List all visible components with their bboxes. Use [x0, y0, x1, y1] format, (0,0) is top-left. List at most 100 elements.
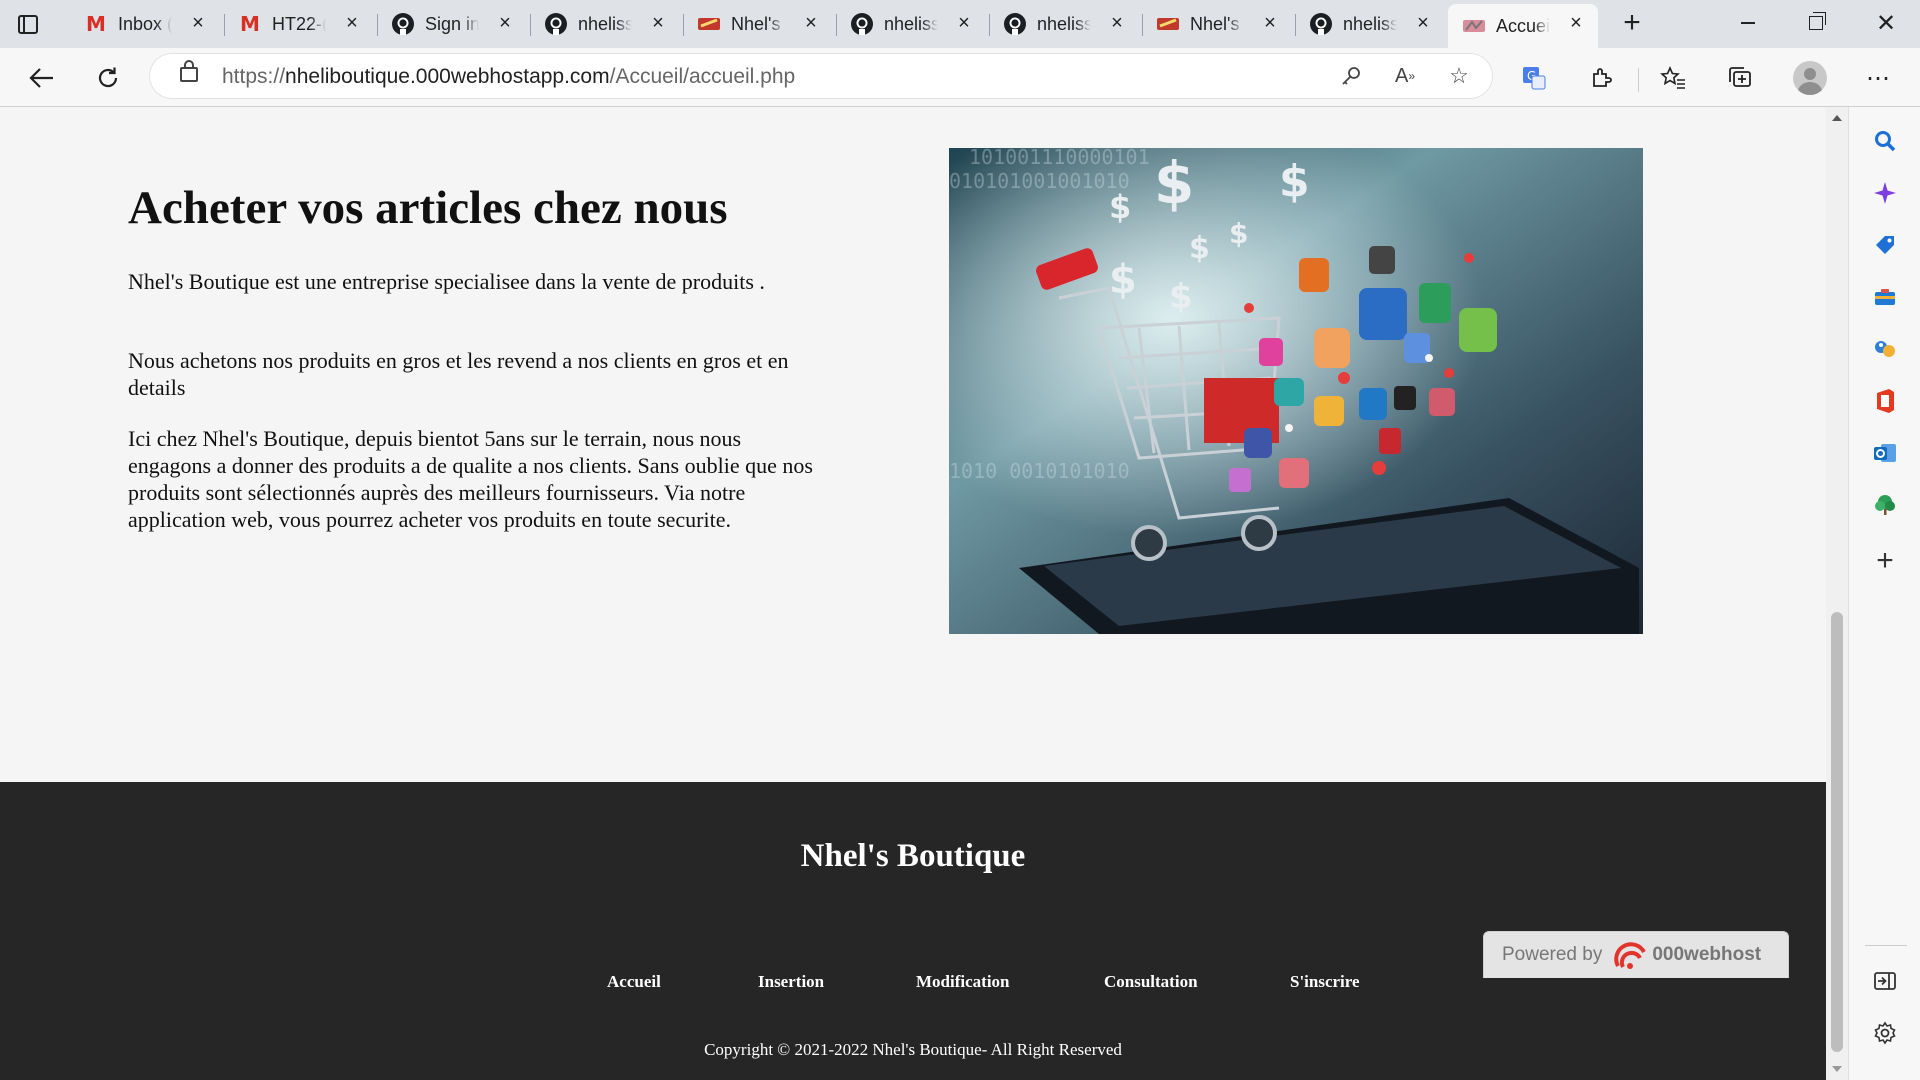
tab-actions-icon[interactable] — [14, 10, 42, 38]
tab-title: Accuei — [1496, 15, 1550, 36]
url-field[interactable]: https://nheliboutique.000webhostapp.com/… — [150, 54, 1492, 98]
close-tab-icon[interactable]: × — [1260, 13, 1280, 33]
close-tab-icon[interactable]: × — [188, 13, 208, 33]
scroll-up-arrow[interactable] — [1832, 115, 1842, 121]
hide-sidebar-icon[interactable] — [1867, 963, 1903, 999]
svg-text:$: $ — [1169, 277, 1193, 317]
close-tab-icon[interactable]: × — [342, 13, 362, 33]
close-window-button[interactable]: ✕ — [1856, 0, 1916, 46]
tab-title: nheliss — [578, 13, 632, 34]
back-button[interactable] — [24, 60, 60, 96]
github-icon — [544, 12, 568, 36]
page-scrollbar[interactable] — [1826, 107, 1848, 1080]
close-tab-icon[interactable]: × — [1107, 13, 1127, 33]
hero-title: Acheter vos articles chez nous — [128, 182, 728, 234]
tab-github-signin[interactable]: Sign in × — [377, 4, 527, 44]
svg-text:$: $ — [1109, 188, 1131, 226]
office-icon[interactable] — [1867, 383, 1903, 419]
tab-accueil-active[interactable]: Accuei × — [1448, 4, 1598, 48]
svg-text:$: $ — [1279, 156, 1310, 207]
outlook-icon[interactable] — [1867, 435, 1903, 471]
favorites-icon[interactable] — [1655, 60, 1691, 96]
close-tab-icon[interactable]: × — [1566, 13, 1586, 33]
settings-gear-icon[interactable] — [1867, 1015, 1903, 1051]
lock-icon[interactable] — [180, 60, 198, 82]
close-tab-icon[interactable]: × — [648, 13, 668, 33]
add-favorite-icon[interactable]: ☆ — [1444, 62, 1474, 90]
webhost-logo-icon — [1614, 940, 1648, 970]
hero-paragraph: Ici chez Nhel's Boutique, depuis bientot… — [128, 426, 813, 532]
tab-strip: M Inbox ( × M HT22-( × Sign in × nheliss… — [0, 0, 1920, 48]
svg-text:$: $ — [1229, 217, 1248, 250]
site-icon — [1156, 12, 1180, 36]
svg-text:010101001001010: 010101001001010 — [949, 169, 1130, 193]
url-text: https://nheliboutique.000webhostapp.com/… — [222, 65, 796, 88]
tab-title: nheliss — [884, 13, 938, 34]
svg-text:$: $ — [1189, 231, 1210, 266]
tab-title: nheliss — [1343, 13, 1397, 34]
minimize-button[interactable] — [1718, 0, 1778, 46]
footer-link-modification[interactable]: Modification — [916, 972, 1010, 992]
footer-link-sinscrire[interactable]: S'inscrire — [1290, 972, 1360, 992]
tab-title: Nhel's — [731, 13, 781, 34]
tab-github-2[interactable]: nheliss × — [836, 4, 986, 44]
tab-title: nheliss — [1037, 13, 1091, 34]
search-icon[interactable] — [1867, 123, 1903, 159]
svg-text:101001110000101: 101001110000101 — [969, 148, 1150, 169]
profile-avatar[interactable] — [1793, 61, 1827, 95]
close-tab-icon[interactable]: × — [801, 13, 821, 33]
hero-paragraph: Nhel's Boutique est une entreprise speci… — [128, 269, 765, 294]
refresh-button[interactable] — [90, 60, 126, 96]
footer-link-accueil[interactable]: Accueil — [607, 972, 661, 992]
tab-nhels-2[interactable]: Nhel's × — [1142, 4, 1292, 44]
shopping-cart-tablet-image: 101001110000101 010101001001010 1010 001… — [949, 148, 1643, 634]
address-bar-row: https://nheliboutique.000webhostapp.com/… — [0, 48, 1920, 107]
copyright-text: Copyright © 2021-2022 Nhel's Boutique- A… — [704, 1040, 1122, 1059]
gmail-icon: M — [86, 12, 106, 36]
read-aloud-icon[interactable]: A» — [1390, 62, 1420, 90]
close-tab-icon[interactable]: × — [495, 13, 515, 33]
extensions-icon[interactable] — [1583, 60, 1619, 96]
sparkle-icon[interactable] — [1867, 175, 1903, 211]
tab-github-1[interactable]: nheliss × — [530, 4, 680, 44]
tab-title: Nhel's — [1190, 13, 1240, 34]
tab-gmail-ht22[interactable]: M HT22-( × — [224, 4, 374, 44]
key-icon[interactable] — [1336, 62, 1366, 90]
close-tab-icon[interactable]: × — [954, 13, 974, 33]
powered-by-badge[interactable]: Powered by 000webhost — [1483, 931, 1789, 978]
restore-button[interactable] — [1786, 0, 1846, 46]
close-tab-icon[interactable]: × — [1413, 13, 1433, 33]
svg-text:$: $ — [1154, 149, 1194, 217]
site-icon — [697, 12, 721, 36]
add-icon[interactable]: + — [1867, 543, 1903, 579]
games-icon[interactable] — [1867, 331, 1903, 367]
tab-title: HT22-( — [272, 13, 326, 34]
powered-by-label: Powered by — [1502, 944, 1603, 965]
svg-text:$: $ — [1109, 257, 1137, 303]
powered-by-name: 000webhost — [1652, 944, 1762, 965]
tab-nhels-1[interactable]: Nhel's × — [683, 4, 833, 44]
shopping-tag-icon[interactable] — [1867, 227, 1903, 263]
footer-link-consultation[interactable]: Consultation — [1104, 972, 1198, 992]
tab-title: Sign in — [425, 13, 479, 34]
tree-icon[interactable] — [1867, 487, 1903, 523]
svg-text:1010 0010101010: 1010 0010101010 — [949, 459, 1130, 483]
collections-icon[interactable] — [1722, 60, 1758, 96]
footer-brand: Nhel's Boutique — [800, 838, 1026, 874]
tab-github-4[interactable]: nheliss × — [1295, 4, 1445, 44]
tools-icon[interactable] — [1867, 279, 1903, 315]
toolbar-divider — [1638, 68, 1639, 92]
tab-gmail-inbox[interactable]: M Inbox ( × — [70, 4, 220, 44]
new-tab-button[interactable]: + — [1616, 8, 1648, 40]
edge-sidebar: + — [1848, 107, 1920, 1080]
more-menu-icon[interactable]: ⋯ — [1860, 60, 1896, 96]
github-icon — [1309, 12, 1333, 36]
scroll-thumb[interactable] — [1831, 612, 1843, 1052]
tab-github-3[interactable]: nheliss × — [989, 4, 1139, 44]
github-icon — [1003, 12, 1027, 36]
footer-link-insertion[interactable]: Insertion — [758, 972, 824, 992]
scroll-down-arrow[interactable] — [1832, 1066, 1842, 1072]
translate-icon[interactable]: G — [1516, 60, 1552, 96]
sidebar-divider — [1865, 945, 1907, 946]
tab-title: Inbox ( — [118, 13, 172, 34]
